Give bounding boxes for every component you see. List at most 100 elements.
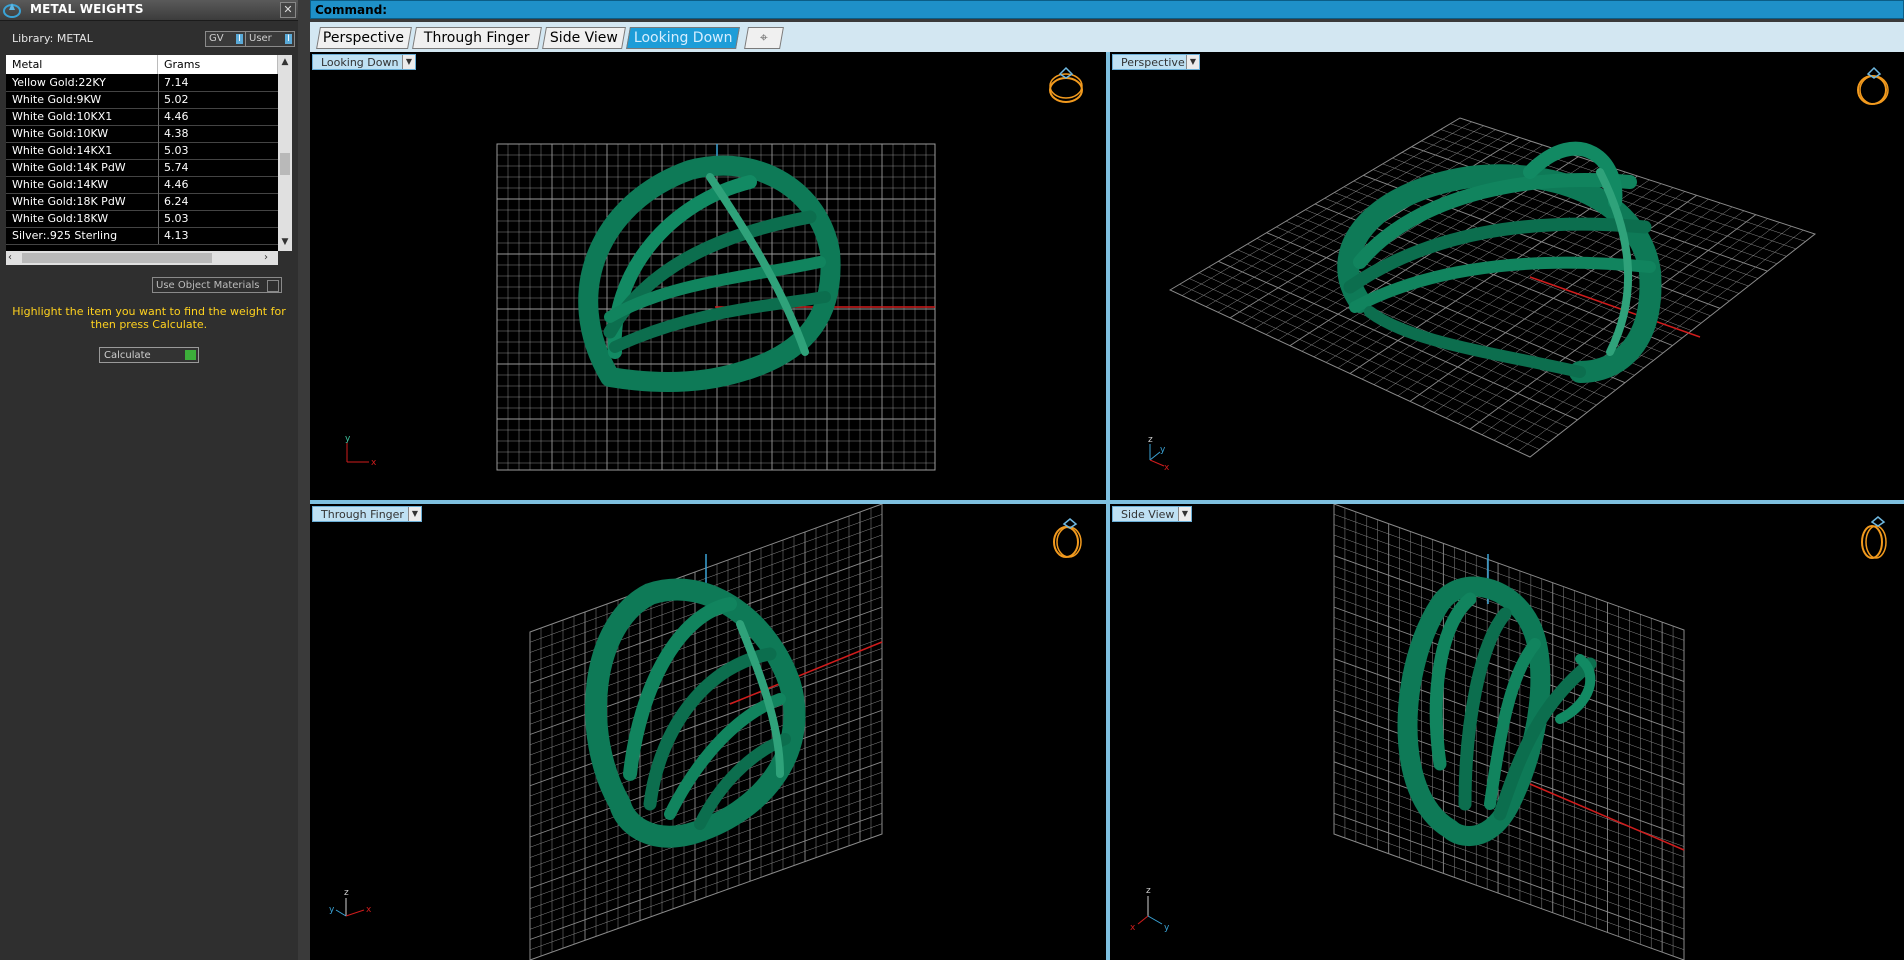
table-row[interactable]: White Gold:9KW 5.02 <box>6 91 278 109</box>
metal-cell: White Gold:14K PdW <box>12 161 126 174</box>
axis-x-label: x <box>1164 463 1170 472</box>
ring-view-icon[interactable] <box>1852 64 1892 108</box>
command-label: Command: <box>315 3 388 17</box>
library-label: Library: METAL <box>12 32 93 45</box>
table-row[interactable]: White Gold:18KW 5.03 <box>6 210 278 228</box>
grams-cell: 5.74 <box>164 161 189 174</box>
add-tab-button[interactable]: ⌖ <box>744 27 784 49</box>
tab-looking-down[interactable]: Looking Down <box>626 27 740 49</box>
ring-view-icon[interactable] <box>1046 66 1086 106</box>
horizontal-scroll-thumb[interactable] <box>22 253 212 263</box>
perspective-scene <box>1168 117 1817 458</box>
table-row[interactable]: Silver:.925 Sterling 4.13 <box>6 227 278 245</box>
axis-y-label: y <box>1160 445 1166 455</box>
column-divider <box>158 176 159 193</box>
axis-y-label: y <box>329 905 335 915</box>
table-row[interactable]: White Gold:10KX1 4.46 <box>6 108 278 126</box>
calculate-button[interactable]: Calculate <box>99 347 199 363</box>
table-row[interactable]: White Gold:14K PdW 5.74 <box>6 159 278 177</box>
axis-indicator: y x <box>345 434 377 468</box>
viewport-looking-down[interactable]: Looking Down ▼ y x <box>310 52 1106 500</box>
ring-view-icon[interactable] <box>1046 516 1086 560</box>
vertical-scrollbar[interactable]: ▲ ▼ <box>278 55 292 251</box>
app-logo-icon <box>2 1 22 19</box>
table-row[interactable]: Yellow Gold:22KY 7.14 <box>6 74 278 92</box>
axis-y-label: y <box>1164 923 1170 932</box>
table-row[interactable]: White Gold:10KW 4.38 <box>6 125 278 143</box>
tab-label: Side View <box>549 30 618 46</box>
instruction-text: Highlight the item you want to find the … <box>12 305 286 331</box>
column-divider <box>158 125 159 142</box>
metal-cell: White Gold:18K PdW <box>12 195 126 208</box>
column-divider <box>158 142 159 159</box>
close-button[interactable]: ✕ <box>280 2 296 18</box>
table-row[interactable]: White Gold:14KX1 5.03 <box>6 142 278 160</box>
metal-cell: White Gold:14KW <box>12 178 109 191</box>
looking-down-scene <box>496 143 936 471</box>
viewport-perspective[interactable]: Perspective ▼ z y x <box>1110 52 1904 500</box>
viewport-title: Through Finger <box>321 508 404 521</box>
column-divider <box>158 159 159 176</box>
user-toggle-label: User <box>249 33 272 44</box>
metal-cell: White Gold:18KW <box>12 212 109 225</box>
scroll-up-arrow-icon[interactable]: ▲ <box>278 57 292 69</box>
chevron-down-icon[interactable]: ▼ <box>1186 55 1199 69</box>
tab-through-finger[interactable]: Through Finger <box>412 27 542 49</box>
command-bar[interactable]: Command: <box>310 0 1904 19</box>
play-icon[interactable] <box>185 350 196 360</box>
chevron-down-icon[interactable]: ▼ <box>402 55 415 69</box>
viewport-title: Perspective <box>1121 56 1185 69</box>
metal-weights-panel: METAL WEIGHTS ✕ Library: METAL GV I User… <box>0 0 298 960</box>
tab-perspective[interactable]: Perspective <box>316 27 412 49</box>
column-divider <box>158 74 159 91</box>
viewport-label[interactable]: Through Finger ▼ <box>312 506 422 522</box>
scroll-left-arrow-icon[interactable]: ‹ <box>8 251 20 265</box>
checkbox-box[interactable] <box>267 280 279 292</box>
metal-cell: Yellow Gold:22KY <box>12 76 106 89</box>
chevron-down-icon[interactable]: ▼ <box>408 507 421 521</box>
metal-cell: White Gold:14KX1 <box>12 144 113 157</box>
viewport-label[interactable]: Perspective ▼ <box>1112 54 1200 70</box>
metal-cell: White Gold:10KW <box>12 127 109 140</box>
grams-cell: 4.46 <box>164 178 189 191</box>
gv-toggle-label: GV <box>209 33 224 44</box>
scroll-thumb[interactable] <box>280 153 290 175</box>
viewport-label[interactable]: Looking Down ▼ <box>312 54 416 70</box>
viewport-side-view[interactable]: Side View ▼ z x y <box>1110 504 1904 960</box>
gv-toggle[interactable]: GV I <box>205 31 246 47</box>
metal-cell: White Gold:9KW <box>12 93 102 106</box>
chevron-down-icon[interactable]: ▼ <box>1178 507 1191 521</box>
use-object-materials-checkbox[interactable]: Use Object Materials <box>152 277 282 293</box>
ring-model <box>578 155 841 392</box>
grams-cell: 4.38 <box>164 127 189 140</box>
ground-grid <box>1333 504 1685 960</box>
x-axis-line <box>1529 276 1701 338</box>
horizontal-scrollbar[interactable]: ‹ › <box>6 251 278 265</box>
ring-view-icon[interactable] <box>1856 514 1896 562</box>
user-toggle[interactable]: User I <box>245 31 295 47</box>
column-header-grams[interactable]: Grams <box>158 55 278 74</box>
viewport-label[interactable]: Side View ▼ <box>1112 506 1192 522</box>
column-divider <box>158 193 159 210</box>
user-toggle-indicator: I <box>285 34 292 44</box>
axis-z-label: z <box>1148 435 1153 445</box>
tab-side-view[interactable]: Side View <box>542 27 626 49</box>
viewport-title: Looking Down <box>321 56 399 69</box>
grams-cell: 5.03 <box>164 212 189 225</box>
column-divider <box>158 210 159 227</box>
axis-indicator: z y x <box>329 888 372 917</box>
column-header-metal[interactable]: Metal <box>6 55 158 74</box>
panel-title-bar: METAL WEIGHTS ✕ <box>0 0 298 21</box>
table-row[interactable]: White Gold:14KW 4.46 <box>6 176 278 194</box>
axis-x-label: x <box>366 905 372 915</box>
tab-label: Through Finger <box>424 30 530 46</box>
gv-toggle-indicator: I <box>236 34 243 44</box>
grams-cell: 5.03 <box>164 144 189 157</box>
scroll-right-arrow-icon[interactable]: › <box>264 251 276 265</box>
scroll-down-arrow-icon[interactable]: ▼ <box>278 237 292 249</box>
tab-label: Looking Down <box>633 30 733 46</box>
axis-x-label: x <box>1130 923 1136 932</box>
table-row[interactable]: White Gold:18K PdW 6.24 <box>6 193 278 211</box>
calculate-label: Calculate <box>104 350 151 361</box>
viewport-through-finger[interactable]: Through Finger ▼ z y x <box>310 504 1106 960</box>
